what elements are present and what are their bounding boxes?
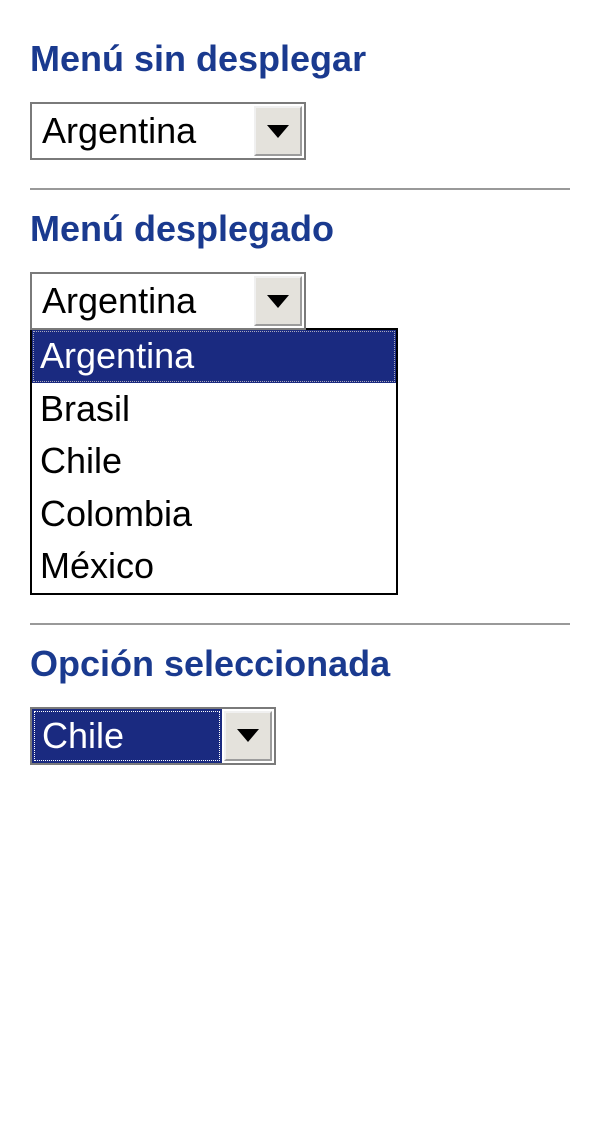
select-box[interactable]: Argentina [30,272,306,330]
dropdown-button[interactable] [254,106,302,156]
chevron-down-icon [267,125,289,138]
option-item[interactable]: Colombia [32,488,396,541]
dropdown-button[interactable] [254,276,302,326]
dropdown-button[interactable] [224,711,272,761]
option-item[interactable]: México [32,540,396,593]
section-closed-dropdown: Menú sin desplegar Argentina [30,20,570,188]
option-item[interactable]: Brasil [32,383,396,436]
options-list: Argentina Brasil Chile Colombia México [30,328,398,595]
select-box[interactable]: Chile [30,707,276,765]
chevron-down-icon [267,295,289,308]
heading-open: Menú desplegado [30,208,570,250]
select-box[interactable]: Argentina [30,102,306,160]
heading-selected: Opción seleccionada [30,643,570,685]
chevron-down-icon [237,729,259,742]
select-closed[interactable]: Argentina [30,102,306,160]
select-selected[interactable]: Chile [30,707,276,765]
section-selected-option: Opción seleccionada Chile [30,625,570,793]
select-open[interactable]: Argentina Argentina Brasil Chile Colombi… [30,272,398,595]
option-item[interactable]: Chile [32,435,396,488]
select-value: Chile [32,709,222,763]
select-value: Argentina [32,274,252,328]
heading-closed: Menú sin desplegar [30,38,570,80]
option-item[interactable]: Argentina [32,330,396,383]
select-value: Argentina [32,104,252,158]
section-open-dropdown: Menú desplegado Argentina Argentina Bras… [30,190,570,623]
